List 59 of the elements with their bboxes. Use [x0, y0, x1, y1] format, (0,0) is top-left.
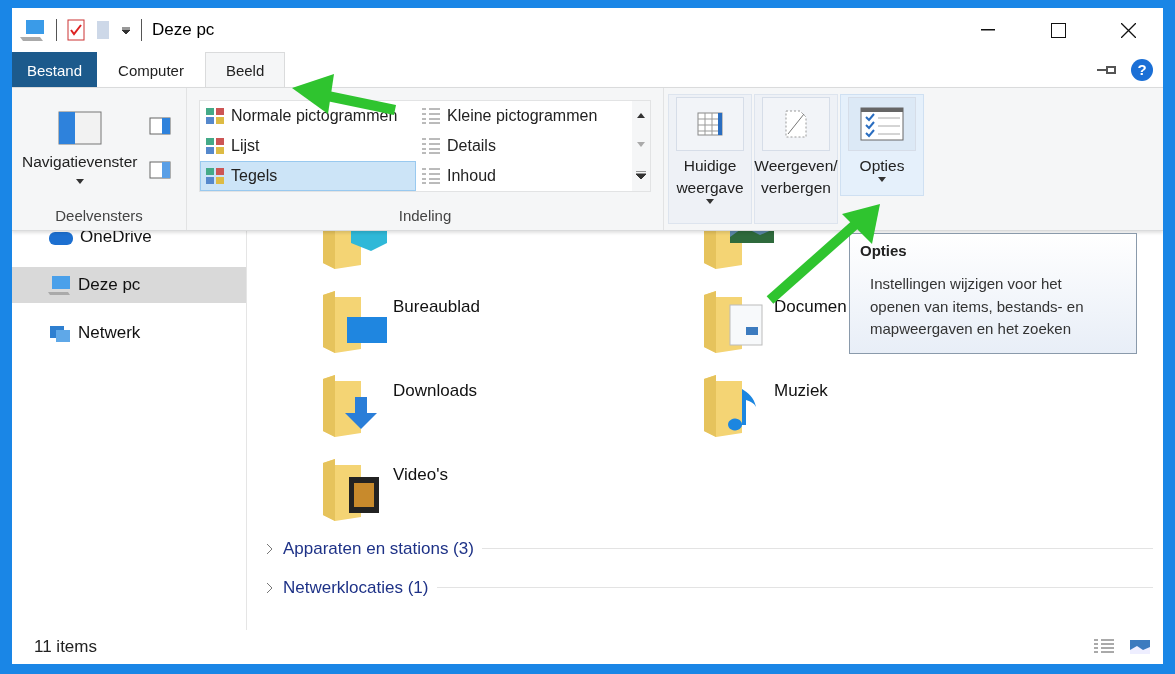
chevron-right-icon[interactable]: [265, 580, 275, 595]
caret-icon: [706, 199, 714, 204]
layout-option[interactable]: Lijst: [200, 131, 416, 161]
caret-icon: [75, 179, 84, 184]
grid-icon: [697, 112, 723, 136]
view-button[interactable]: Opties: [840, 94, 924, 196]
nav-item[interactable]: Netwerk: [12, 315, 246, 351]
ribbon-tab[interactable]: Beeld: [204, 52, 286, 87]
folder-label[interactable]: Video's: [393, 465, 448, 485]
checklist-icon: [67, 19, 85, 41]
group-label: Deelvensters: [55, 206, 143, 226]
navigation-pane-button[interactable]: Navigatievenster: [16, 92, 144, 203]
layout-option[interactable]: Kleine pictogrammen: [416, 101, 632, 131]
computer-icon: [48, 274, 72, 296]
view-icon: [421, 107, 441, 125]
layout-option[interactable]: Details: [416, 131, 632, 161]
tooltip-text: Instellingen wijzigen voor het openen van items, bestands- en mapweergaven en het zoeken: [869, 274, 1085, 339]
folder-label[interactable]: Documen: [774, 297, 847, 317]
view-icon: [421, 137, 441, 155]
layout-option[interactable]: Normale pictogrammen: [200, 101, 416, 131]
nav-item[interactable]: Deze pc: [12, 267, 246, 303]
view-icon: [421, 167, 441, 185]
file-tab[interactable]: Bestand: [12, 52, 98, 87]
dropdown-icon: [121, 25, 131, 35]
pane-icon: [57, 111, 102, 145]
help-button[interactable]: ?: [1131, 58, 1153, 81]
layout-option[interactable]: Inhoud: [416, 161, 632, 191]
folder-label[interactable]: Downloads: [393, 381, 478, 401]
window-title: Deze pc: [152, 20, 215, 40]
group-header[interactable]: Netwerklocaties (1): [283, 577, 429, 598]
view-button[interactable]: Huidige weergave: [668, 94, 752, 224]
view-button[interactable]: Weergeven/ verbergen: [754, 94, 838, 224]
page-icon: [784, 110, 808, 138]
folder-label[interactable]: Muziek: [774, 381, 828, 401]
maximize-icon: [1050, 22, 1066, 38]
group-label: Indeling: [398, 206, 452, 226]
details-view-icon: [1093, 638, 1115, 656]
view-icon: [205, 167, 225, 185]
tiles-view-icon: [1129, 638, 1151, 656]
chevron-right-icon[interactable]: [265, 541, 275, 556]
scroll-up-icon: [637, 113, 645, 118]
group-header[interactable]: Apparaten en stations (3): [283, 538, 474, 559]
pin-icon: [1097, 63, 1117, 76]
item-count: 11 items: [34, 637, 97, 657]
tooltip-title: Opties: [860, 242, 908, 259]
computer-icon: [20, 18, 46, 42]
pane-icon: [149, 160, 172, 179]
folder-label[interactable]: Bureaublad: [393, 297, 480, 317]
expand-icon: [636, 171, 646, 179]
view-icon: [205, 107, 225, 125]
cloud-icon: [48, 231, 74, 246]
view-icon: [205, 137, 225, 155]
layout-option[interactable]: Tegels: [200, 161, 416, 191]
scroll-down-icon: [637, 142, 645, 147]
pane-icon: [149, 116, 172, 135]
minimize-icon: [981, 29, 995, 31]
checklist-icon: [860, 107, 904, 141]
close-icon: [1120, 22, 1136, 38]
caret-icon: [878, 177, 886, 182]
